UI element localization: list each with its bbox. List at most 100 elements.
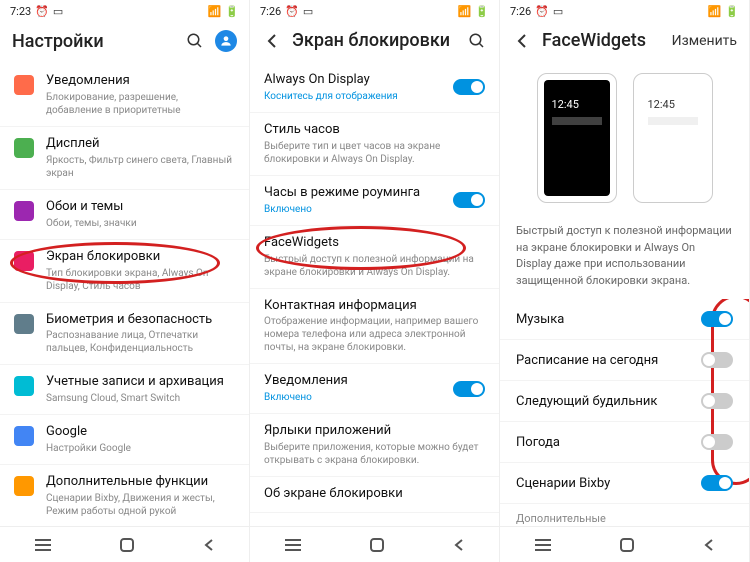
lockscreen-item[interactable]: Always On Display Коснитесь для отображе… (250, 63, 499, 113)
widget-label: Следующий будильник (516, 394, 657, 409)
card-icon: ▭ (303, 5, 313, 18)
home-button[interactable] (369, 537, 385, 553)
lockscreen-item[interactable]: Контактная информация Отображение информ… (250, 289, 499, 365)
item-subtitle: Блокирование, разрешение, добавление в п… (46, 91, 235, 117)
toggle-switch[interactable] (701, 393, 733, 409)
lockscreen-item[interactable]: Уведомления Включено (250, 364, 499, 414)
alarm-icon: ⏰ (285, 5, 299, 18)
item-icon (14, 376, 34, 396)
settings-item[interactable]: Биометрия и безопасность Распознавание л… (0, 303, 249, 366)
lockscreen-item[interactable]: Об экране блокировки (250, 477, 499, 513)
settings-list: Уведомления Блокирование, разрешение, до… (0, 64, 249, 526)
nav-bar (250, 526, 499, 562)
status-bar: 7:26 ⏰ ▭ 📶 🔋 (250, 0, 499, 22)
widget-label: Сценарии Bixby (516, 476, 610, 491)
back-arrow-button[interactable] (512, 31, 532, 51)
settings-item[interactable]: Google Настройки Google (0, 415, 249, 465)
item-subtitle: Выберите приложения, которые можно будет… (264, 441, 485, 467)
preview-dark[interactable]: 12:45 (537, 73, 617, 203)
item-title: Always On Display (264, 72, 441, 89)
lockscreen-item[interactable]: Часы в режиме роуминга Включено (250, 176, 499, 226)
search-button[interactable] (467, 31, 487, 51)
status-bar: 7:23 ⏰ ▭ 📶 🔋 (0, 0, 249, 22)
signal-icon: 📶 (708, 5, 722, 18)
widget-item[interactable]: Следующий будильник (500, 381, 749, 422)
item-title: Биометрия и безопасность (46, 312, 235, 329)
widget-item[interactable]: Сценарии Bixby (500, 463, 749, 504)
settings-item[interactable]: Дисплей Яркость, Фильтр синего света, Гл… (0, 127, 249, 190)
recents-button[interactable] (534, 538, 552, 552)
signal-icon: 📶 (208, 5, 222, 18)
item-subtitle: Включено (264, 203, 441, 216)
toggle-switch[interactable] (701, 475, 733, 491)
lockscreen-item[interactable]: FaceWidgets Быстрый доступ к полезной ин… (250, 226, 499, 289)
page-title: FaceWidgets (542, 30, 662, 51)
card-icon: ▭ (553, 5, 563, 18)
back-button[interactable] (452, 538, 466, 552)
item-title: Контактная информация (264, 298, 485, 315)
item-subtitle: Распознавание лица, Отпечатки пальцев, К… (46, 329, 235, 355)
settings-item[interactable]: Учетные записи и архивация Samsung Cloud… (0, 365, 249, 415)
item-icon (14, 426, 34, 446)
status-time: 7:23 (10, 5, 31, 18)
screen-lockscreen: 7:26 ⏰ ▭ 📶 🔋 Экран блокировки Always On … (250, 0, 500, 562)
lockscreen-item[interactable]: Ярлыки приложений Выберите приложения, к… (250, 414, 499, 477)
page-title: Экран блокировки (292, 30, 457, 51)
lock-preview: 12:45 12:45 (500, 63, 749, 213)
item-subtitle: Отображение информации, например вашего … (264, 315, 485, 354)
back-button[interactable] (702, 538, 716, 552)
battery-icon: 🔋 (475, 5, 489, 18)
recents-button[interactable] (284, 538, 302, 552)
status-time: 7:26 (510, 5, 531, 18)
signal-icon: 📶 (458, 5, 472, 18)
lockscreen-item[interactable]: Стиль часов Выберите тип и цвет часов на… (250, 113, 499, 176)
item-subtitle: Обои, темы, значки (46, 217, 235, 230)
toggle-switch[interactable] (701, 311, 733, 327)
back-button[interactable] (202, 538, 216, 552)
item-title: Стиль часов (264, 122, 485, 139)
battery-icon: 🔋 (225, 5, 239, 18)
item-icon (14, 476, 34, 496)
item-subtitle: Samsung Cloud, Smart Switch (46, 392, 235, 405)
status-bar: 7:26 ⏰ ▭ 📶 🔋 (500, 0, 749, 22)
status-time: 7:26 (260, 5, 281, 18)
home-button[interactable] (619, 537, 635, 553)
header: FaceWidgets Изменить (500, 22, 749, 63)
section-header: Дополнительные (500, 504, 749, 526)
settings-item[interactable]: Обои и темы Обои, темы, значки (0, 190, 249, 240)
recents-button[interactable] (34, 538, 52, 552)
back-arrow-button[interactable] (262, 31, 282, 51)
search-button[interactable] (185, 31, 205, 51)
alarm-icon: ⏰ (35, 5, 49, 18)
widget-item[interactable]: Расписание на сегодня (500, 340, 749, 381)
item-title: Дополнительные функции (46, 474, 235, 491)
toggle-switch[interactable] (701, 352, 733, 368)
toggle-switch[interactable] (453, 79, 485, 95)
preview-light[interactable]: 12:45 (633, 73, 713, 203)
settings-item[interactable]: Экран блокировки Тип блокировки экрана, … (0, 240, 249, 303)
settings-item[interactable]: Дополнительные функции Сценарии Bixby, Д… (0, 465, 249, 526)
edit-button[interactable]: Изменить (672, 33, 737, 49)
toggle-switch[interactable] (453, 192, 485, 208)
item-icon (14, 75, 34, 95)
battery-icon: 🔋 (725, 5, 739, 18)
toggle-switch[interactable] (701, 434, 733, 450)
page-title: Настройки (12, 31, 175, 52)
item-icon (14, 251, 34, 271)
item-title: Учетные записи и архивация (46, 374, 235, 391)
item-title: Об экране блокировки (264, 486, 485, 503)
lockscreen-list: Always On Display Коснитесь для отображе… (250, 63, 499, 526)
widget-item[interactable]: Погода (500, 422, 749, 463)
widget-label: Музыка (516, 312, 564, 327)
widget-item[interactable]: Музыка (500, 299, 749, 340)
settings-item[interactable]: Уведомления Блокирование, разрешение, до… (0, 64, 249, 127)
item-icon (14, 138, 34, 158)
widget-label: Расписание на сегодня (516, 353, 658, 368)
item-title: Обои и темы (46, 199, 235, 216)
item-title: Дисплей (46, 136, 235, 153)
profile-avatar[interactable] (215, 30, 237, 52)
toggle-switch[interactable] (453, 381, 485, 397)
home-button[interactable] (119, 537, 135, 553)
item-title: Ярлыки приложений (264, 423, 485, 440)
widget-label: Погода (516, 435, 560, 450)
